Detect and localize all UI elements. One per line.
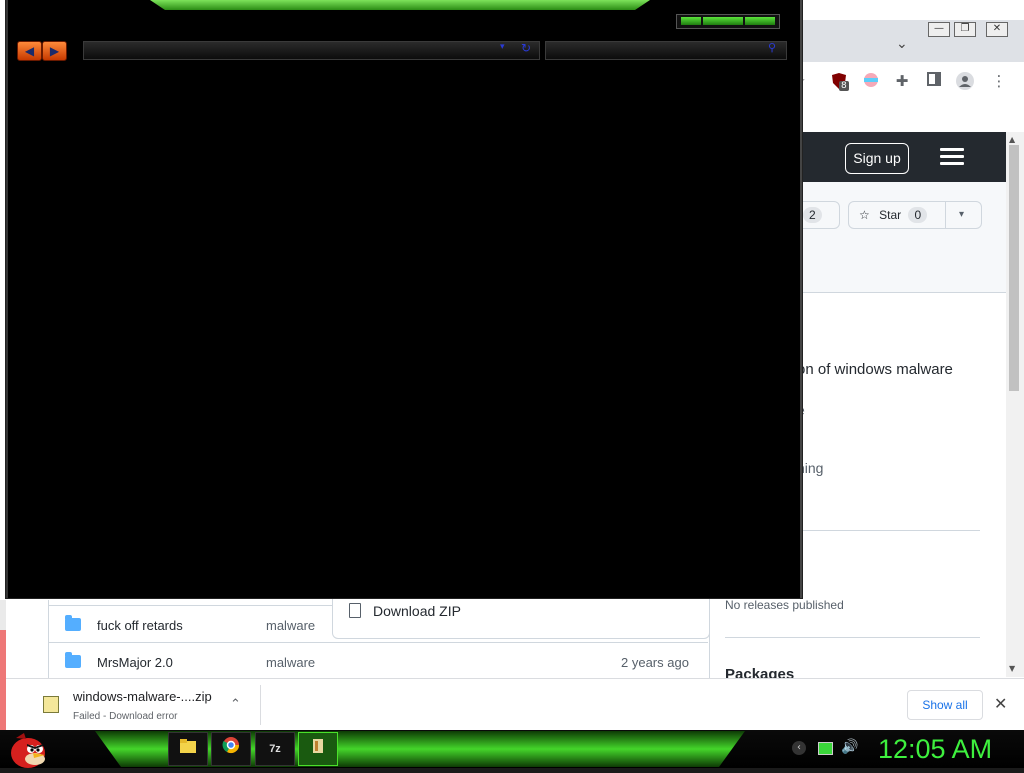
download-options-chevron-icon[interactable]: ⌃ xyxy=(230,697,241,712)
scroll-up-arrow-icon[interactable]: ▲ xyxy=(1009,135,1015,144)
star-dropdown-icon[interactable]: ▾ xyxy=(959,202,964,228)
fork-count: 2 xyxy=(803,207,822,223)
tray-expand-icon[interactable]: ‹ xyxy=(792,741,806,755)
app-maximize-button[interactable] xyxy=(703,17,743,25)
file-name[interactable]: fuck off retards xyxy=(97,618,183,633)
show-all-button[interactable]: Show all xyxy=(907,690,983,720)
taskbar-clock[interactable]: 12:05 AM xyxy=(878,733,1018,765)
file-zip-icon xyxy=(349,603,361,618)
app-close-button[interactable] xyxy=(745,17,775,25)
maximize-button[interactable]: ❐ xyxy=(954,22,976,37)
star-button[interactable]: ☆ Star 0 ▾ xyxy=(848,201,982,229)
file-name[interactable]: MrsMajor 2.0 xyxy=(97,655,173,670)
tab-search-chevron-icon[interactable]: ⌄ xyxy=(896,36,912,52)
taskbar-chrome-icon[interactable] xyxy=(211,732,251,766)
nav-buttons: ◀ ▶ xyxy=(17,41,67,61)
scroll-down-arrow-icon[interactable]: ▼ xyxy=(1009,664,1015,673)
taskbar-7zip-icon[interactable]: 7z xyxy=(255,732,295,766)
minimize-button[interactable]: — xyxy=(928,22,950,37)
search-icon[interactable]: ⚲ xyxy=(768,41,776,54)
table-row[interactable]: MrsMajor 2.0 malware 2 years ago xyxy=(48,642,708,680)
divider xyxy=(260,685,261,725)
close-window-button[interactable]: ✕ xyxy=(986,22,1008,37)
taskbar-active-app-icon[interactable] xyxy=(298,732,338,766)
download-shelf xyxy=(0,678,1024,731)
app-minimize-button[interactable] xyxy=(681,17,701,25)
dark-app-window[interactable] xyxy=(6,0,802,598)
sidepanel-icon[interactable] xyxy=(925,72,943,90)
folder-icon xyxy=(65,652,81,668)
ublock-icon[interactable]: 8 xyxy=(830,72,849,91)
releases-text: No releases published xyxy=(725,598,844,612)
refresh-icon[interactable]: ↻ xyxy=(521,41,531,55)
download-zip-menu-item[interactable]: Download ZIP xyxy=(332,598,710,639)
ublock-badge: 8 xyxy=(839,81,849,91)
commit-age: 2 years ago xyxy=(621,655,689,670)
address-bar[interactable]: ▾ ↻ xyxy=(83,41,540,60)
download-filename[interactable]: windows-malware-....zip xyxy=(73,689,212,704)
divider xyxy=(725,637,980,638)
repo-header xyxy=(780,182,1006,293)
signup-button[interactable]: Sign up xyxy=(845,143,909,174)
scrollbar-thumb[interactable] xyxy=(1009,145,1019,391)
taskbar-explorer-icon[interactable] xyxy=(168,732,208,766)
address-dropdown-icon[interactable]: ▾ xyxy=(500,42,505,52)
puzzle-icon[interactable]: ✚ xyxy=(893,72,911,90)
close-shelf-icon[interactable]: ✕ xyxy=(994,694,1007,713)
profile-icon[interactable] xyxy=(956,72,974,90)
extension-color-icon[interactable] xyxy=(862,72,880,90)
star-icon: ☆ xyxy=(859,208,870,222)
star-label: Star xyxy=(879,208,902,222)
app-title-glow xyxy=(150,0,650,10)
star-count: 0 xyxy=(908,207,928,223)
download-zip-label: Download ZIP xyxy=(373,603,461,619)
back-arrow-icon[interactable]: ◀ xyxy=(17,41,42,61)
chrome-menu-icon[interactable]: ⋮ xyxy=(990,72,1008,90)
volume-icon[interactable]: 🔊 xyxy=(841,739,858,755)
start-button-angry-bird-icon[interactable] xyxy=(8,729,48,768)
zip-file-icon xyxy=(43,696,59,713)
forward-arrow-icon[interactable]: ▶ xyxy=(42,41,67,61)
folder-icon xyxy=(65,615,81,631)
download-status: Failed - Download error xyxy=(73,711,178,722)
hamburger-menu-icon[interactable] xyxy=(940,148,964,166)
repo-about-text: on of windows malware xyxy=(797,361,953,378)
commit-message[interactable]: malware xyxy=(266,655,315,670)
packages-heading[interactable]: Packages xyxy=(725,666,794,678)
commit-message[interactable]: malware xyxy=(266,618,315,633)
search-box[interactable]: ⚲ xyxy=(545,41,787,60)
app-window-controls xyxy=(676,14,780,29)
edge-fragment xyxy=(0,630,6,730)
network-icon[interactable] xyxy=(818,742,833,755)
edge-fragment xyxy=(0,600,6,630)
